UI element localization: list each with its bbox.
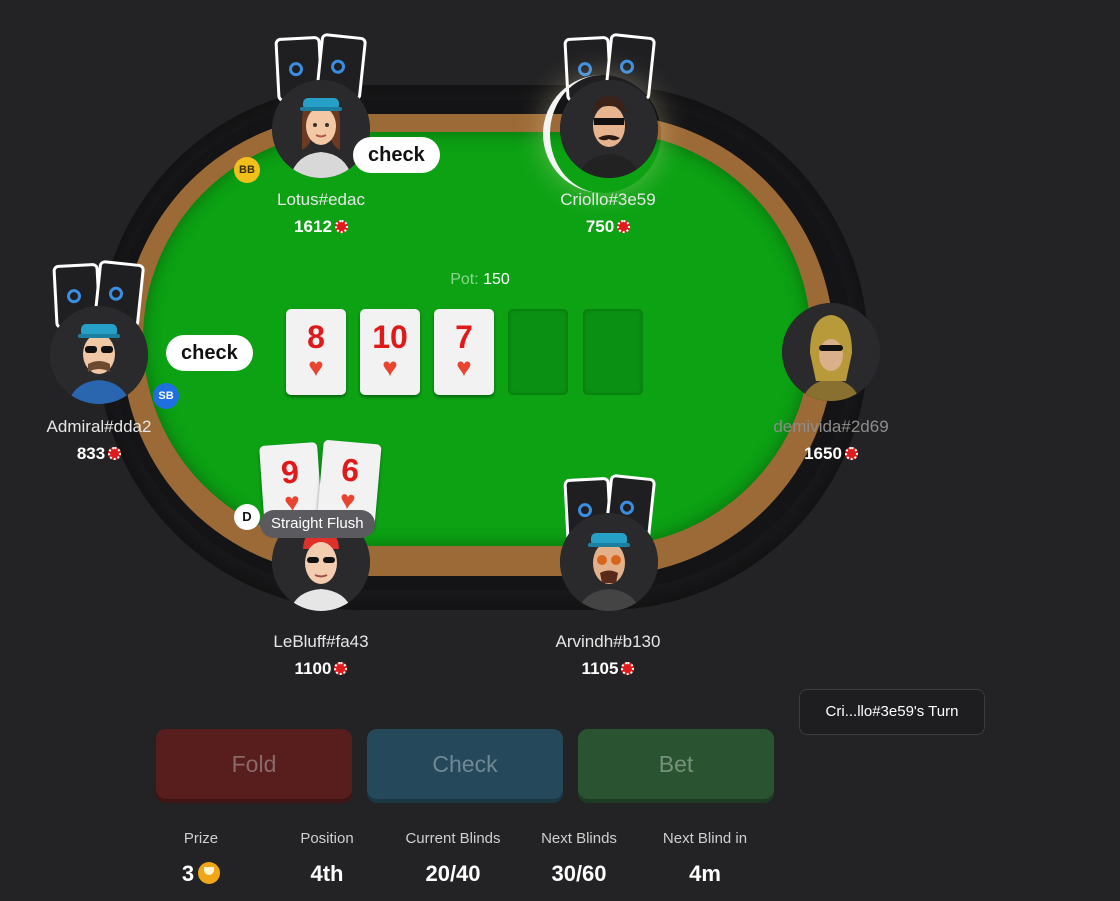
player-name: Arvindh#b130: [555, 632, 661, 651]
avatar-admiral[interactable]: [50, 306, 148, 404]
stack-amount: 1612: [294, 217, 332, 236]
player-name: LeBluff#fa43: [273, 632, 369, 651]
turn-indicator: Cri...llo#3e59's Turn: [799, 689, 985, 735]
player-stack: 1612: [221, 217, 421, 237]
card-back-logo-icon: [577, 502, 593, 518]
stat-label: Next Blind in: [662, 830, 748, 847]
pot-value: 150: [483, 271, 510, 288]
fold-button[interactable]: Fold: [156, 729, 352, 799]
card-back-logo-icon: [577, 61, 593, 77]
stack-amount: 750: [585, 217, 615, 236]
bet-button[interactable]: Bet: [578, 729, 774, 799]
avatar-arvindh[interactable]: [560, 513, 658, 611]
card-rank: 8: [307, 319, 325, 355]
stat-current-blinds: Current Blinds 20/40: [388, 830, 518, 887]
player-action-bubble: check: [166, 335, 253, 371]
trophy-icon: [198, 862, 221, 884]
board-card-slot-empty: [583, 309, 643, 395]
card-rank: 6: [339, 451, 361, 489]
stat-value: 3: [136, 861, 266, 887]
heart-suit-icon: ♥: [308, 352, 324, 382]
big-blind-badge: BB: [234, 157, 260, 183]
player-stack: 1100: [221, 659, 421, 679]
check-button[interactable]: Check: [367, 729, 563, 799]
card-back-logo-icon: [619, 58, 635, 75]
stack-amount: 1105: [581, 659, 619, 678]
card-back-logo-icon: [330, 58, 346, 75]
stat-label: Next Blinds: [541, 830, 617, 847]
board-card-1: 8 ♥: [286, 309, 346, 395]
card-back-logo-icon: [66, 288, 82, 304]
player-stack: 833: [0, 444, 199, 464]
card-rank: 10: [372, 319, 408, 355]
prize-value: 3: [181, 861, 195, 886]
card-back-logo-icon: [288, 61, 304, 77]
chip-icon: [617, 220, 631, 233]
player-action-bubble: check: [353, 137, 440, 173]
board-card-3: 7 ♥: [434, 309, 494, 395]
stat-position: Position 4th: [262, 830, 392, 887]
chip-icon: [621, 662, 635, 675]
stack-amount: 1100: [294, 659, 332, 678]
stat-prize: Prize 3: [136, 830, 266, 887]
avatar-demivida[interactable]: [782, 303, 880, 401]
heart-suit-icon: ♥: [382, 352, 398, 382]
player-stack: 1105: [508, 659, 708, 679]
stat-label: Position: [300, 830, 354, 847]
card-back-logo-icon: [108, 285, 124, 302]
card-rank: 7: [455, 319, 473, 355]
pot-label: Pot:: [450, 271, 479, 288]
chip-icon: [334, 662, 348, 675]
small-blind-badge: SB: [153, 383, 179, 409]
chip-icon: [334, 220, 348, 233]
card-back-logo-icon: [619, 499, 635, 516]
avatar-criollo[interactable]: [560, 80, 658, 178]
hand-strength-label: Straight Flush: [260, 510, 375, 538]
stat-next-blinds: Next Blinds 30/60: [514, 830, 644, 887]
board-card-slot-empty: [508, 309, 568, 395]
player-name: Admiral#dda2: [46, 417, 152, 436]
male-player-avatar-icon: [50, 306, 148, 404]
stat-value: 20/40: [425, 861, 481, 886]
stack-amount: 1650: [804, 444, 842, 463]
board-card-2: 10 ♥: [360, 309, 420, 395]
heart-suit-icon: ♥: [456, 352, 472, 382]
dealer-button: D: [234, 504, 260, 530]
chip-icon: [844, 447, 858, 460]
stat-value: 4th: [310, 861, 344, 886]
spartan-player-avatar-icon: [782, 303, 880, 401]
player-name: Lotus#edac: [277, 190, 365, 209]
stat-label: Current Blinds: [405, 830, 501, 847]
chip-icon: [108, 447, 122, 460]
card-rank: 9: [279, 453, 301, 491]
stack-amount: 833: [76, 444, 106, 463]
stat-next-blind-in: Next Blind in 4m: [640, 830, 770, 887]
stat-value: 30/60: [551, 861, 607, 886]
male-player-avatar-icon: [560, 80, 658, 178]
stat-value: 4m: [689, 861, 721, 886]
player-name: Criollo#3e59: [560, 190, 656, 209]
player-stack: 1650: [731, 444, 931, 464]
male-player-avatar-icon: [560, 513, 658, 611]
stat-label: Prize: [183, 830, 219, 847]
player-name: demivida#2d69: [773, 417, 889, 436]
player-stack: 750: [508, 217, 708, 237]
pot-display: Pot: 150: [380, 271, 580, 289]
